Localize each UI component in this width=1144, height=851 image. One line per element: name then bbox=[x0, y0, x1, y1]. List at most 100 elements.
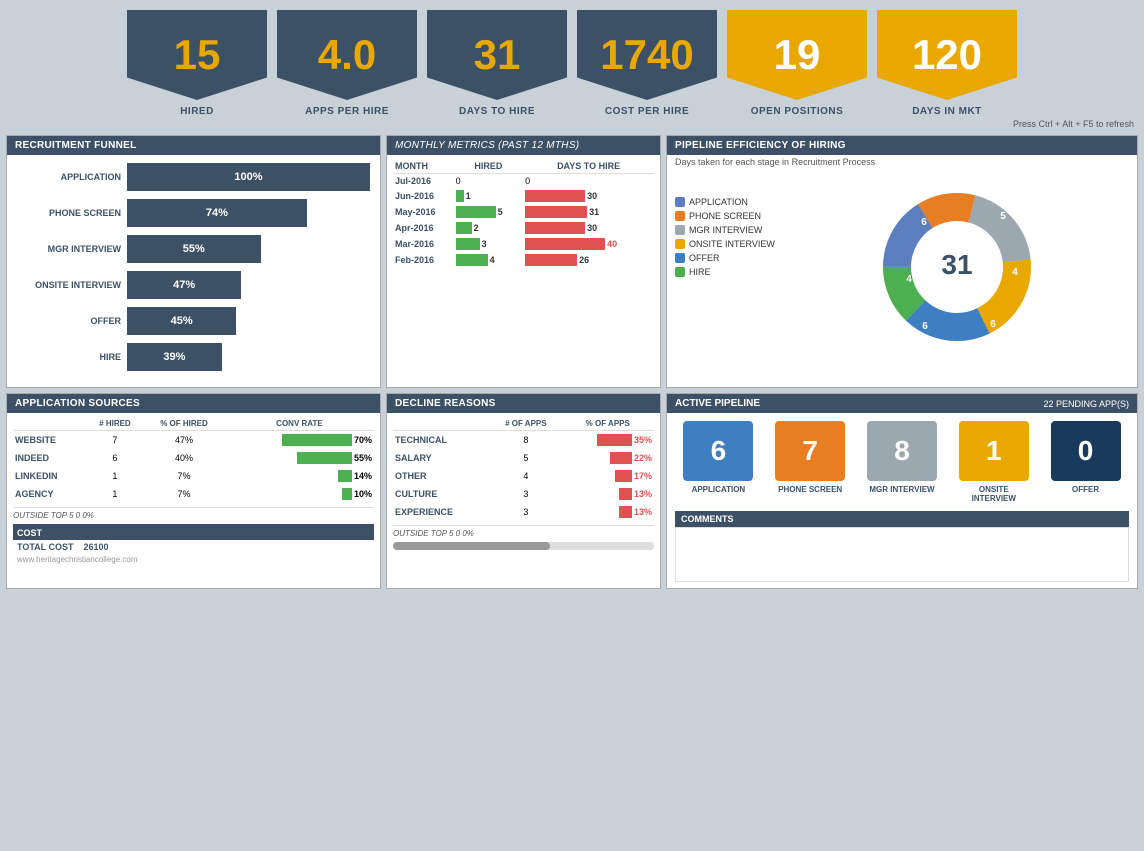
monthly-hired-1: 1 bbox=[454, 188, 524, 204]
pipeline-box-4: 0 OFFER bbox=[1051, 421, 1121, 503]
monthly-row-2: May-2016531 bbox=[393, 204, 654, 220]
monthly-hired-4: 3 bbox=[454, 236, 524, 252]
kpi-badge-0: 15 bbox=[127, 10, 267, 100]
legend-item-5: HIRE bbox=[675, 267, 775, 277]
legend-item-2: MGR INTERVIEW bbox=[675, 225, 775, 235]
pipeline-box-num-2: 8 bbox=[867, 421, 937, 481]
kpi-label-5: DAYS IN MKT bbox=[912, 106, 982, 117]
cost-section: COST bbox=[13, 524, 374, 540]
legend-item-0: APPLICATION bbox=[675, 197, 775, 207]
legend-item-1: PHONE SCREEN bbox=[675, 211, 775, 221]
kpi-banner: 15HIRED4.0APPS PER HIRE31DAYS TO HIRE174… bbox=[0, 0, 1144, 117]
funnel-bar-4: 45% bbox=[127, 307, 236, 335]
pipeline-box-0: 6APPLICATION bbox=[683, 421, 753, 503]
legend-label-0: APPLICATION bbox=[689, 197, 748, 207]
funnel-bar-container-1: 74% bbox=[127, 199, 370, 227]
decline-apps-4: 3 bbox=[490, 503, 561, 521]
sources-title: APPLICATION SOURCES bbox=[7, 394, 380, 413]
pending-count: 22 Pending App(s) bbox=[1043, 399, 1129, 409]
active-title: ACTIVE PIPELINE bbox=[675, 398, 760, 409]
monthly-days-3: 30 bbox=[523, 220, 654, 236]
kpi-badge-3: 1740 bbox=[577, 10, 717, 100]
legend-label-5: HIRE bbox=[689, 267, 711, 277]
source-conv-3: 10% bbox=[225, 485, 374, 503]
sources-panel: APPLICATION SOURCES # HIRED% OF HIREDCON… bbox=[6, 393, 381, 589]
svg-text:4: 4 bbox=[1012, 267, 1018, 278]
monthly-month-4: Mar-2016 bbox=[393, 236, 454, 252]
monthly-days-5: 26 bbox=[523, 252, 654, 268]
monthly-month-3: Apr-2016 bbox=[393, 220, 454, 236]
kpi-label-2: DAYS TO HIRE bbox=[459, 106, 535, 117]
kpi-item-2: 31DAYS TO HIRE bbox=[427, 10, 567, 117]
monthly-row-4: Mar-2016340 bbox=[393, 236, 654, 252]
source-pct-2: 7% bbox=[143, 467, 225, 485]
funnel-row-1: PHONE SCREEN74% bbox=[17, 199, 370, 227]
decline-table: # OF APPS% OF APPSTECHNICAL835%SALARY522… bbox=[393, 417, 654, 521]
website-credit: www.heritagechristiancollege.com bbox=[13, 554, 374, 565]
pipeline-box-label-2: MGR INTERVIEW bbox=[869, 485, 934, 494]
decline-row-2: OTHER417% bbox=[393, 467, 654, 485]
decline-panel: DECLINE REASONS # OF APPS% OF APPSTECHNI… bbox=[386, 393, 661, 589]
kpi-item-0: 15 HIRED bbox=[127, 10, 267, 117]
monthly-row-1: Jun-2016130 bbox=[393, 188, 654, 204]
legend-dot-2 bbox=[675, 225, 685, 235]
monthly-days-4: 40 bbox=[523, 236, 654, 252]
funnel-title: RECRUITMENT FUNNEL bbox=[7, 136, 380, 155]
legend-dot-4 bbox=[675, 253, 685, 263]
decline-scrollbar[interactable] bbox=[393, 542, 654, 550]
source-hired-2: 1 bbox=[87, 467, 143, 485]
decline-col-2: % OF APPS bbox=[562, 417, 655, 431]
funnel-content: APPLICATION100%PHONE SCREEN74%MGR INTERV… bbox=[7, 155, 380, 387]
sources-row-0: WEBSITE747%70% bbox=[13, 431, 374, 450]
monthly-col-1: HIRED bbox=[454, 159, 524, 174]
legend-item-3: ONSITE INTERVIEW bbox=[675, 239, 775, 249]
monthly-days-1: 30 bbox=[523, 188, 654, 204]
pipeline-box-label-4: OFFER bbox=[1072, 485, 1099, 494]
pipeline-box-num-4: 0 bbox=[1051, 421, 1121, 481]
source-name-2: LINKEDIN bbox=[13, 467, 87, 485]
sources-row-1: INDEED640%55% bbox=[13, 449, 374, 467]
monthly-hired-5: 4 bbox=[454, 252, 524, 268]
funnel-label-4: OFFER bbox=[17, 316, 127, 326]
pipeline-subtitle: Days taken for each stage in Recruitment… bbox=[667, 155, 1137, 171]
funnel-label-3: ONSITE INTERVIEW bbox=[17, 280, 127, 290]
funnel-row-4: OFFER45% bbox=[17, 307, 370, 335]
funnel-bar-1: 74% bbox=[127, 199, 307, 227]
funnel-label-0: APPLICATION bbox=[17, 172, 127, 182]
pipeline-content: APPLICATION PHONE SCREEN MGR INTERVIEW ONSI… bbox=[667, 171, 1137, 363]
pipeline-boxes: 6APPLICATION7PHONE SCREEN8MGR INTERVIEW1… bbox=[667, 413, 1137, 511]
donut-chart: 31 5 4 6 6 4 6 bbox=[867, 177, 1047, 357]
monthly-hired-0: 0 bbox=[454, 174, 524, 189]
funnel-label-2: MGR INTERVIEW bbox=[17, 244, 127, 254]
decline-pct-0: 35% bbox=[562, 431, 655, 450]
monthly-row-3: Apr-2016230 bbox=[393, 220, 654, 236]
monthly-month-1: Jun-2016 bbox=[393, 188, 454, 204]
kpi-value-0: 15 bbox=[174, 31, 221, 79]
pipeline-box-num-3: 1 bbox=[959, 421, 1029, 481]
funnel-bar-2: 55% bbox=[127, 235, 261, 263]
active-header: ACTIVE PIPELINE 22 Pending App(s) bbox=[667, 394, 1137, 413]
kpi-item-5: 120DAYS IN MKT bbox=[877, 10, 1017, 117]
legend-label-4: OFFER bbox=[689, 253, 720, 263]
decline-title: DECLINE REASONS bbox=[387, 394, 660, 413]
svg-text:4: 4 bbox=[906, 274, 912, 285]
cost-row: TOTAL COST26100 bbox=[13, 540, 374, 554]
comments-body bbox=[675, 527, 1129, 582]
funnel-row-5: HIRE39% bbox=[17, 343, 370, 371]
sources-col-2: % OF HIRED bbox=[143, 417, 225, 431]
source-name-1: INDEED bbox=[13, 449, 87, 467]
sources-col-1: # HIRED bbox=[87, 417, 143, 431]
kpi-value-3: 1740 bbox=[600, 31, 693, 79]
pipeline-box-label-0: APPLICATION bbox=[692, 485, 746, 494]
kpi-badge-1: 4.0 bbox=[277, 10, 417, 100]
monthly-panel: MONTHLY METRICS (Past 12 mths) MONTHHIRE… bbox=[386, 135, 661, 388]
decline-row-3: CULTURE313% bbox=[393, 485, 654, 503]
kpi-badge-4: 19 bbox=[727, 10, 867, 100]
pipeline-chart: 31 5 4 6 6 4 6 bbox=[785, 177, 1129, 357]
source-conv-0: 70% bbox=[225, 431, 374, 450]
source-pct-1: 40% bbox=[143, 449, 225, 467]
kpi-label-0: HIRED bbox=[180, 106, 214, 117]
comments-section: COMMENTS bbox=[675, 511, 1129, 582]
source-hired-1: 6 bbox=[87, 449, 143, 467]
decline-reason-1: SALARY bbox=[393, 449, 490, 467]
